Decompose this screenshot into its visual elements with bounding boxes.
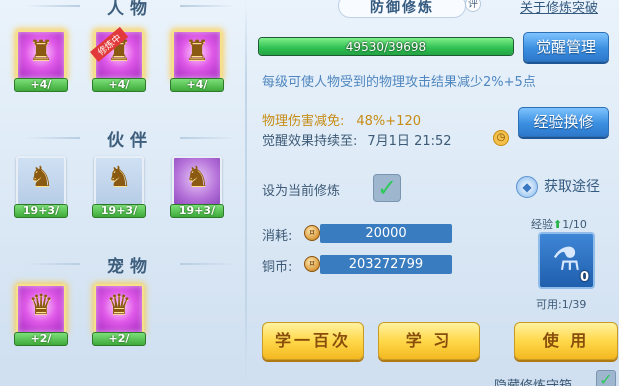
character-count: +4/ [14, 78, 68, 92]
exp-label: 经验 [531, 218, 553, 231]
partner-count: 19+3/ [92, 204, 146, 218]
checkmark-icon: ✓ [376, 174, 398, 202]
eval-badge[interactable]: 评 [465, 0, 481, 12]
exp-count: 1/10 [562, 218, 587, 231]
character-slot-3[interactable]: ♜ +4/ [168, 26, 226, 92]
character-slot-1[interactable]: ♜ +4/ [12, 26, 70, 92]
character-count: +4/ [92, 78, 146, 92]
pet-count: +2/ [92, 332, 146, 346]
exp-exchange-button[interactable]: 经验换修 [518, 107, 609, 137]
lion-warrior-icon: ♞ [184, 160, 210, 193]
pet-slot-1[interactable]: ♛ +2/ [12, 280, 70, 346]
coins-label: 铜币: [262, 260, 293, 275]
breakthrough-link[interactable]: 关于修炼突破 [520, 0, 598, 16]
lion-warrior-icon: ♞ [106, 160, 132, 193]
exp-potion-slot[interactable]: ⚗ 0 [538, 232, 595, 289]
character-count: +4/ [170, 78, 224, 92]
warrior-statue-icon: ♜ [28, 34, 54, 67]
section-title-pets: 宠物 [25, 252, 180, 277]
effect-description: 每级可使人物受到的物理攻击结果减少2%+5点 [262, 75, 536, 90]
get-way-button[interactable]: ◆ 获取途径 [516, 176, 600, 198]
partner-count: 19+3/ [14, 204, 68, 218]
warrior-statue-icon: ♜ [184, 34, 210, 67]
awaken-manage-button[interactable]: 觉醒管理 [523, 32, 609, 62]
get-way-label: 获取途径 [544, 179, 600, 195]
use-button[interactable]: 使 用 [514, 322, 618, 360]
set-current-label: 设为当前修炼 [262, 184, 341, 199]
partner-slot-3[interactable]: ♞ 19+3/ [168, 152, 226, 218]
exp-progress-bar: 49530/39698 [258, 37, 514, 56]
awaken-duration-label: 觉醒效果持续至: [262, 134, 358, 149]
section-title-partners: 伙伴 [25, 126, 180, 151]
diamond-icon: ◆ [516, 176, 538, 198]
partner-slot-2[interactable]: ♞ 19+3/ [90, 152, 148, 218]
awaken-duration-stat: 觉醒效果持续至: 7月1日 21:52 [262, 130, 452, 149]
clock-icon: ◷ [493, 130, 509, 146]
consume-label: 消耗: [262, 229, 293, 244]
up-arrow-icon: ⬆ [553, 218, 563, 231]
pet-slot-2[interactable]: ♛ +2/ [90, 280, 148, 346]
partner-count: 19+3/ [170, 204, 224, 218]
learn-100-button[interactable]: 学一百次 [262, 322, 364, 360]
exp-item-label: 经验⬆1/10 [531, 216, 587, 232]
phys-reduce-stat: 物理伤害减免: 48%+120 [262, 110, 421, 129]
hide-cultivation-checkbox[interactable]: ✓ [596, 370, 616, 386]
cat-pet-icon: ♛ [28, 288, 54, 321]
consume-value: 20000 [320, 224, 452, 243]
pet-count: +2/ [14, 332, 68, 346]
character-slot-2[interactable]: ♜ 修炼中 +4/ [90, 26, 148, 92]
phys-reduce-label: 物理伤害减免: [262, 114, 345, 129]
item-stack-count: 0 [579, 270, 589, 285]
usable-count: 可用:1/39 [536, 298, 587, 311]
phys-reduce-value: 48%+120 [356, 114, 421, 129]
checkmark-icon: ✓ [599, 370, 613, 386]
partner-slot-1[interactable]: ♞ 19+3/ [12, 152, 70, 218]
lion-warrior-icon: ♞ [28, 160, 54, 193]
copper-coin-icon: ¤ [304, 225, 320, 241]
coins-value: 203272799 [320, 255, 452, 274]
hide-cultivation-label: 隐藏修炼守箱 [494, 375, 572, 386]
potion-flask-icon: ⚗ [552, 240, 581, 278]
set-current-checkbox[interactable]: ✓ [373, 174, 401, 202]
awaken-duration-value: 7月1日 21:52 [367, 134, 452, 149]
exp-progress-text: 49530/39698 [345, 40, 427, 54]
cat-pet-icon: ♛ [106, 288, 132, 321]
learn-button[interactable]: 学 习 [378, 322, 480, 360]
section-title-characters: 人物 [25, 0, 180, 19]
copper-coin-icon: ¤ [304, 256, 320, 272]
panel-divider [245, 0, 247, 386]
cultivation-type-tag[interactable]: 防御修炼 [338, 0, 466, 18]
